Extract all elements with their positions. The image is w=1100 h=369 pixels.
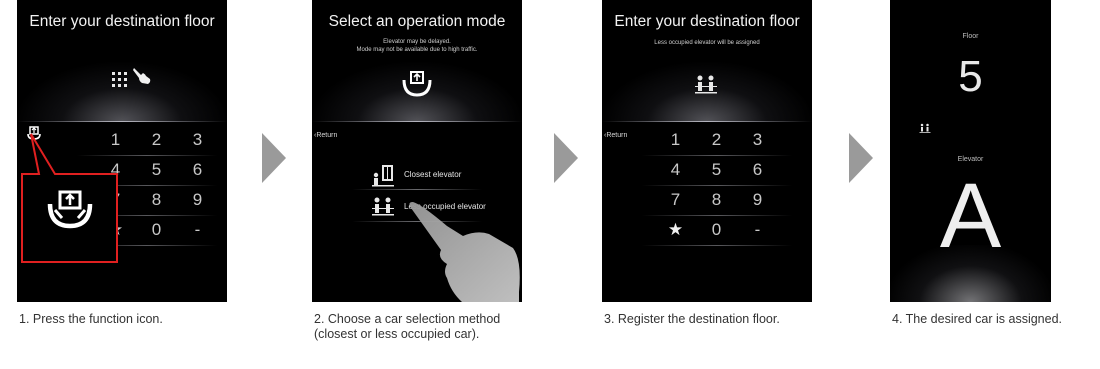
- elevator-label: Elevator: [957, 156, 984, 163]
- step4-caption: 4. The desired car is assigned.: [892, 312, 1063, 326]
- less-occupied-elevator-icon: [919, 123, 931, 133]
- option-closest-label: Closest elevator: [404, 170, 462, 179]
- next-arrow-icon: [849, 133, 873, 183]
- key-2[interactable]: 2: [696, 125, 737, 155]
- key-4[interactable]: 4: [655, 155, 696, 185]
- step3-caption: 3. Register the destination floor.: [604, 312, 780, 326]
- key-3[interactable]: 3: [177, 125, 218, 155]
- key-8[interactable]: 8: [696, 185, 737, 215]
- return-button[interactable]: ‹Return: [604, 132, 627, 139]
- step2-notice-line2: Mode may not be available due to high tr…: [356, 47, 478, 53]
- option-divider: [352, 189, 482, 190]
- key-2[interactable]: 2: [136, 125, 177, 155]
- divider: [17, 121, 227, 122]
- key-5[interactable]: 5: [136, 155, 177, 185]
- pointing-finger-icon: [409, 202, 520, 302]
- less-occupied-elevator-icon: [695, 75, 717, 94]
- key-6[interactable]: 6: [737, 155, 778, 185]
- key-1[interactable]: 1: [655, 125, 696, 155]
- return-button[interactable]: ‹Return: [314, 132, 337, 139]
- step3-subtitle: Less occupied elevator will be assigned: [654, 40, 760, 46]
- return-label: Return: [316, 132, 338, 139]
- key-9[interactable]: 9: [737, 185, 778, 215]
- key-star[interactable]: ★: [655, 215, 696, 245]
- less-occupied-elevator-icon: [372, 197, 394, 216]
- next-arrow-icon: [554, 133, 578, 183]
- step2-screen: Select an operation mode Elevator may be…: [312, 0, 522, 302]
- key-dash[interactable]: -: [177, 215, 218, 245]
- return-label: Return: [606, 132, 628, 139]
- row-divider: [642, 185, 792, 186]
- option-closest-elevator[interactable]: Closest elevator: [312, 162, 522, 190]
- function-icon-enlarged: [47, 190, 93, 229]
- key-9[interactable]: 9: [177, 185, 218, 215]
- step3-screen: Enter your destination floor Less occupi…: [602, 0, 812, 302]
- row-divider: [642, 155, 792, 156]
- step3-title: Enter your destination floor: [614, 13, 800, 30]
- key-8[interactable]: 8: [136, 185, 177, 215]
- key-0[interactable]: 0: [696, 215, 737, 245]
- key-6[interactable]: 6: [177, 155, 218, 185]
- step1-title: Enter your destination floor: [29, 13, 215, 30]
- step1-screen: Enter your destination floor 1 2 3 4 5 6: [17, 0, 227, 302]
- step2-title: Select an operation mode: [328, 13, 506, 30]
- function-mode-icon: [402, 71, 432, 97]
- key-3[interactable]: 3: [737, 125, 778, 155]
- step2-notice-line1: Elevator may be delayed.: [383, 39, 451, 45]
- key-5[interactable]: 5: [696, 155, 737, 185]
- step4-screen: Floor 5 Elevator A: [890, 0, 1051, 302]
- divider: [602, 121, 812, 122]
- row-divider: [642, 245, 792, 246]
- key-0[interactable]: 0: [136, 215, 177, 245]
- pointing-hand-icon: [133, 68, 151, 84]
- closest-elevator-icon: [372, 165, 394, 187]
- floor-label: Floor: [962, 33, 979, 40]
- row-divider: [642, 215, 792, 216]
- divider: [312, 121, 522, 122]
- step1-caption: 1. Press the function icon.: [19, 312, 163, 326]
- key-7[interactable]: 7: [655, 185, 696, 215]
- floor-value: 5: [958, 52, 983, 101]
- keypad-icon: [112, 72, 127, 87]
- step2-caption: 2. Choose a car selection method (closes…: [314, 312, 501, 341]
- elevator-value: A: [939, 165, 1002, 267]
- key-dash[interactable]: -: [737, 215, 778, 245]
- next-arrow-icon: [262, 133, 286, 183]
